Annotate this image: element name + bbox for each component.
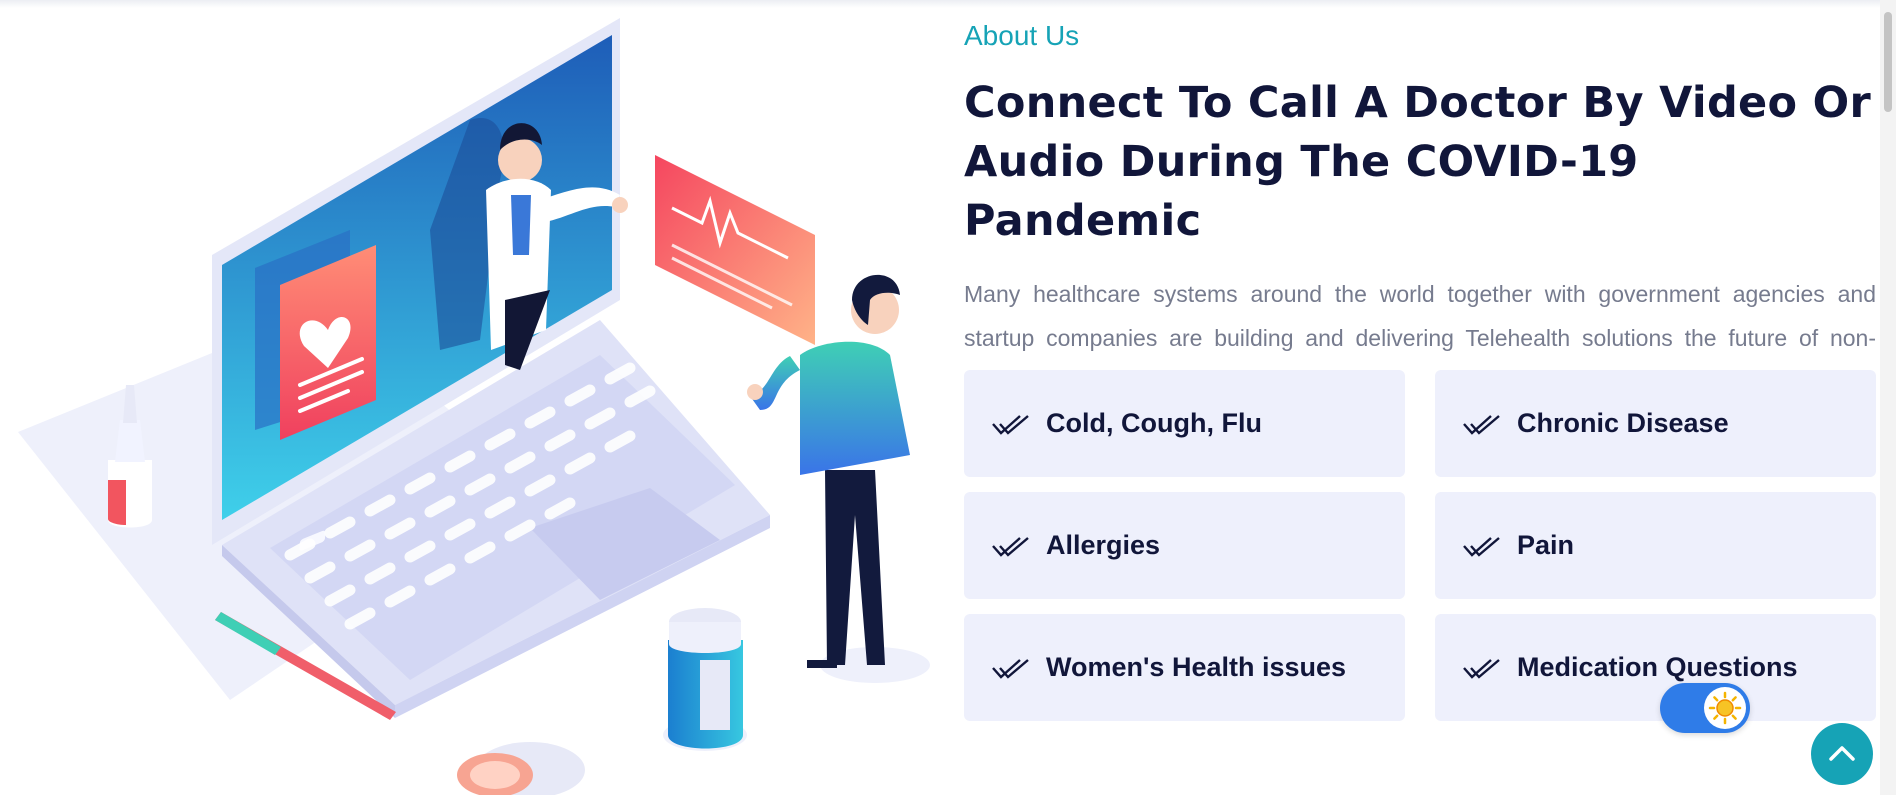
check-icon <box>1463 658 1500 679</box>
section-headline: Connect To Call A Doctor By Video Or Aud… <box>964 78 1871 246</box>
feature-pain: Pain <box>1435 492 1876 599</box>
section-eyebrow: About Us <box>964 20 1080 51</box>
page-scrollbar[interactable] <box>1880 0 1896 795</box>
sun-icon <box>1708 691 1742 725</box>
about-section: About Us Connect To Call A Doctor By Vid… <box>964 16 1876 404</box>
theme-toggle[interactable] <box>1660 683 1750 733</box>
feature-label: Allergies <box>1046 530 1161 560</box>
feature-list: Cold, Cough, Flu Chronic Disease Allergi… <box>964 370 1876 721</box>
ecg-card <box>655 155 815 345</box>
feature-cold-cough-flu: Cold, Cough, Flu <box>964 370 1405 477</box>
check-icon <box>1463 536 1500 557</box>
feature-label: Cold, Cough, Flu <box>1046 408 1262 438</box>
toggle-knob[interactable] <box>1704 687 1746 729</box>
check-icon <box>992 658 1029 679</box>
feature-label: Chronic Disease <box>1517 408 1729 438</box>
feature-label: Pain <box>1517 530 1575 560</box>
check-icon <box>1463 414 1500 435</box>
telehealth-illustration <box>18 18 930 795</box>
pill-capsules <box>457 742 585 795</box>
pill-bottle <box>663 608 747 751</box>
feature-label: Medication Questions <box>1517 652 1798 682</box>
feature-womens-health: Women's Health issues <box>964 614 1405 721</box>
chevron-up-icon <box>1829 746 1855 761</box>
feature-chronic-disease: Chronic Disease <box>1435 370 1876 477</box>
feature-allergies: Allergies <box>964 492 1405 599</box>
back-to-top-button[interactable] <box>1811 723 1873 785</box>
feature-label: Women's Health issues <box>1046 652 1347 682</box>
check-icon <box>992 536 1029 557</box>
feature-medication-questions: Medication Questions <box>1435 614 1876 721</box>
check-icon <box>992 414 1029 435</box>
scrollbar-thumb[interactable] <box>1884 12 1892 112</box>
man-figure <box>747 274 930 683</box>
